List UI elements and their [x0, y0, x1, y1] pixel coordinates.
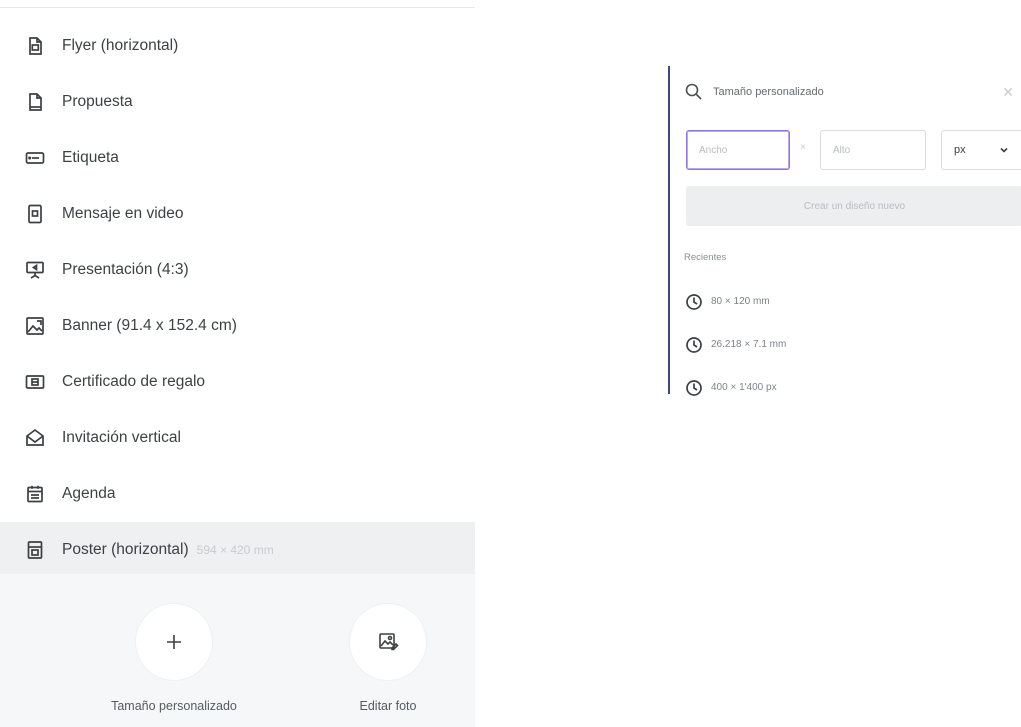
- recent-item-label: 26.218 × 7.1 mm: [711, 339, 787, 350]
- custom-size-button[interactable]: [136, 604, 212, 680]
- menu-item-agenda[interactable]: Agenda: [0, 466, 475, 522]
- flyer-document-icon: [24, 35, 46, 57]
- menu-item-invitacion-vertical[interactable]: Invitación vertical: [0, 410, 475, 466]
- menu-item-etiqueta[interactable]: Etiqueta: [0, 130, 475, 186]
- menu-item-flyer-horizontal[interactable]: Flyer (horizontal): [0, 18, 475, 74]
- unit-value: px: [954, 144, 966, 156]
- menu-label-agenda: Agenda: [62, 485, 116, 502]
- edit-photo-action[interactable]: Editar foto: [318, 604, 458, 713]
- presentation-icon: [24, 259, 46, 281]
- plus-icon: [162, 630, 186, 654]
- design-type-menu: Flyer (horizontal) Propuesta Etiqueta Me…: [0, 0, 475, 727]
- unit-select[interactable]: px: [941, 130, 1021, 170]
- quick-actions: Tamaño personalizado Editar foto: [0, 574, 475, 727]
- menu-label-propuesta: Propuesta: [62, 93, 133, 110]
- menu-size-poster-horizontal: 594 × 420 mm: [196, 543, 274, 557]
- clock-icon: [684, 292, 704, 312]
- menu-item-propuesta[interactable]: Propuesta: [0, 74, 475, 130]
- menu-label-flyer-horizontal: Flyer (horizontal): [62, 37, 179, 54]
- menu-item-presentacion[interactable]: Presentación (4:3): [0, 242, 475, 298]
- poster-icon: [24, 539, 46, 561]
- width-placeholder: Ancho: [699, 144, 728, 156]
- custom-size-action[interactable]: Tamaño personalizado: [104, 604, 244, 713]
- search-placeholder[interactable]: Tamaño personalizado: [713, 86, 824, 98]
- menu-label-presentacion: Presentación (4:3): [62, 261, 189, 278]
- times-symbol: ×: [800, 142, 806, 153]
- menu-item-banner[interactable]: Banner (91.4 x 152.4 cm): [0, 298, 475, 354]
- width-input[interactable]: Ancho: [686, 130, 790, 170]
- close-icon[interactable]: ✕: [1002, 85, 1014, 99]
- banner-image-icon: [24, 315, 46, 337]
- menu-label-certificado-de-regalo: Certificado de regalo: [62, 373, 206, 390]
- recent-title: Recientes: [684, 252, 727, 263]
- menu-label-banner: Banner (91.4 x 152.4 cm): [62, 317, 237, 334]
- menu-label-poster-horizontal: Poster (horizontal): [62, 541, 189, 558]
- recent-item-label: 400 × 1'400 px: [711, 382, 777, 393]
- custom-size-label: Tamaño personalizado: [111, 699, 237, 713]
- custom-size-search[interactable]: Tamaño personalizado ✕: [684, 79, 1014, 105]
- menu-item-mensaje-en-video[interactable]: Mensaje en video: [0, 186, 475, 242]
- design-type-list: Flyer (horizontal) Propuesta Etiqueta Me…: [0, 18, 475, 578]
- edit-photo-button[interactable]: [350, 604, 426, 680]
- create-new-design-button[interactable]: Crear un diseño nuevo: [686, 186, 1021, 226]
- menu-item-poster-horizontal[interactable]: Poster (horizontal) 594 × 420 mm: [0, 522, 475, 578]
- agenda-calendar-icon: [24, 483, 46, 505]
- clock-icon: [684, 335, 704, 355]
- chevron-down-icon: [999, 145, 1009, 155]
- label-icon: [24, 147, 46, 169]
- video-message-icon: [24, 203, 46, 225]
- recent-size-list: 80 × 120 mm 26.218 × 7.1 mm 400 × 1'400 …: [684, 280, 786, 409]
- recent-item[interactable]: 26.218 × 7.1 mm: [684, 323, 786, 366]
- gift-certificate-icon: [24, 371, 46, 393]
- edit-photo-label: Editar foto: [359, 699, 417, 713]
- menu-label-mensaje-en-video: Mensaje en video: [62, 205, 184, 222]
- top-divider: [0, 7, 475, 8]
- proposal-document-icon: [24, 91, 46, 113]
- search-icon: [684, 82, 704, 102]
- menu-item-certificado-de-regalo[interactable]: Certificado de regalo: [0, 354, 475, 410]
- recent-item[interactable]: 400 × 1'400 px: [684, 366, 786, 409]
- recent-item[interactable]: 80 × 120 mm: [684, 280, 786, 323]
- menu-label-invitacion-vertical: Invitación vertical: [62, 429, 181, 446]
- clock-icon: [684, 378, 704, 398]
- menu-label-etiqueta: Etiqueta: [62, 149, 119, 166]
- custom-size-panel: Tamaño personalizado ✕ Ancho × Alto px C…: [668, 66, 1021, 396]
- height-placeholder: Alto: [833, 144, 851, 156]
- invitation-envelope-icon: [24, 427, 46, 449]
- recent-item-label: 80 × 120 mm: [711, 296, 770, 307]
- edit-photo-icon: [376, 630, 400, 654]
- height-input[interactable]: Alto: [820, 130, 926, 170]
